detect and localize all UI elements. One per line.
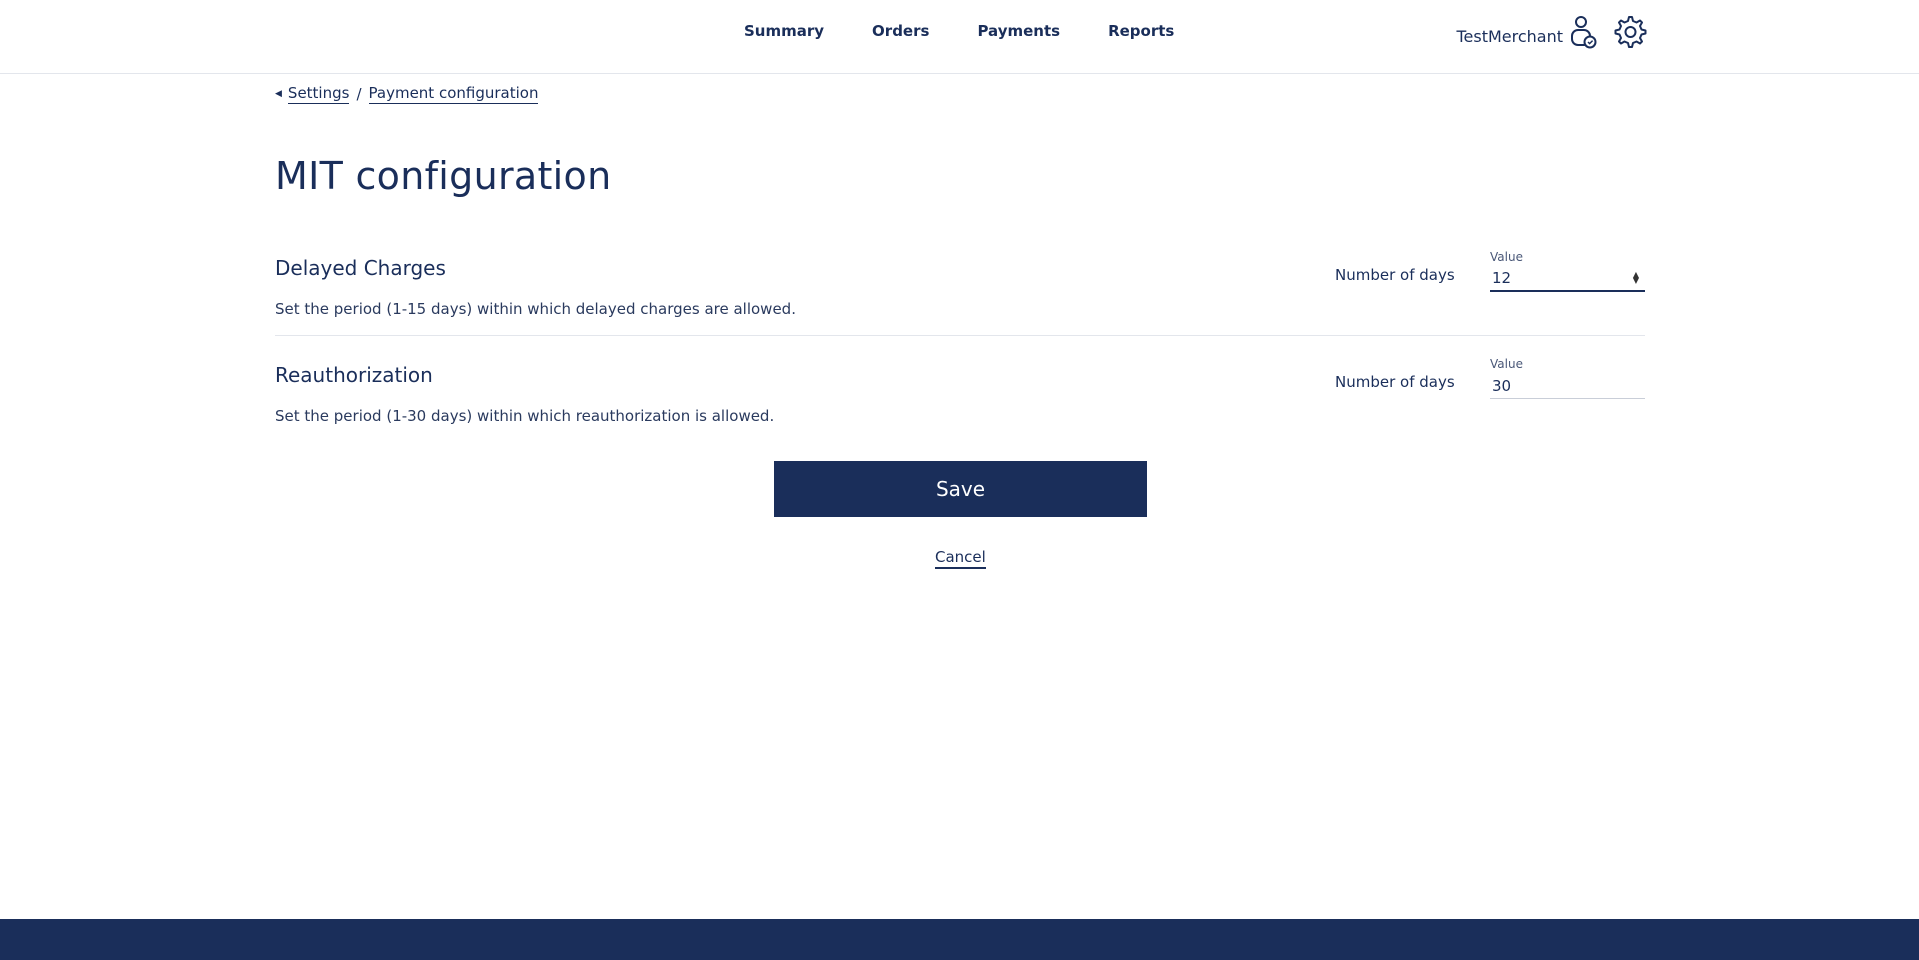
days-label: Number of days [1335, 373, 1455, 391]
breadcrumb-payment-configuration[interactable]: Payment configuration [368, 84, 539, 104]
breadcrumb-separator: / [356, 85, 362, 103]
main-nav: Summary Orders Payments Reports [744, 22, 1222, 40]
delayed-charges-field: Value ▲▼ [1490, 250, 1645, 300]
section-description: Set the period (1-30 days) within which … [275, 407, 775, 425]
section-title: Reauthorization [275, 363, 433, 387]
section-title: Delayed Charges [275, 256, 446, 280]
gear-icon[interactable] [1611, 14, 1647, 54]
cancel-link[interactable]: Cancel [935, 548, 986, 569]
top-bar: Summary Orders Payments Reports TestMerc… [0, 0, 1919, 74]
reauthorization-field: Value [1490, 357, 1645, 407]
days-label: Number of days [1335, 266, 1455, 284]
nav-reports[interactable]: Reports [1108, 22, 1174, 40]
nav-payments[interactable]: Payments [977, 22, 1060, 40]
field-label: Value [1490, 357, 1523, 371]
footer [0, 919, 1919, 960]
account-icon[interactable] [1569, 15, 1599, 53]
page-title: MIT configuration [275, 154, 612, 198]
number-spinner-icon[interactable]: ▲ ▼ [1633, 271, 1639, 285]
caret-left-icon[interactable]: ◀ [275, 89, 282, 99]
save-button[interactable]: Save [774, 461, 1147, 517]
field-label: Value [1490, 250, 1523, 264]
breadcrumb: ◀ Settings / Payment configuration [275, 84, 539, 104]
merchant-name[interactable]: TestMerchant [1456, 27, 1563, 46]
user-area: TestMerchant [1456, 14, 1647, 54]
nav-summary[interactable]: Summary [744, 22, 824, 40]
breadcrumb-settings[interactable]: Settings [287, 84, 350, 104]
nav-orders[interactable]: Orders [872, 22, 929, 40]
section-description: Set the period (1-15 days) within which … [275, 300, 796, 318]
delayed-charges-days-input[interactable] [1490, 266, 1645, 292]
reauthorization-days-input[interactable] [1490, 373, 1645, 399]
delayed-charges-section: Delayed Charges Set the period (1-15 day… [275, 250, 1645, 336]
